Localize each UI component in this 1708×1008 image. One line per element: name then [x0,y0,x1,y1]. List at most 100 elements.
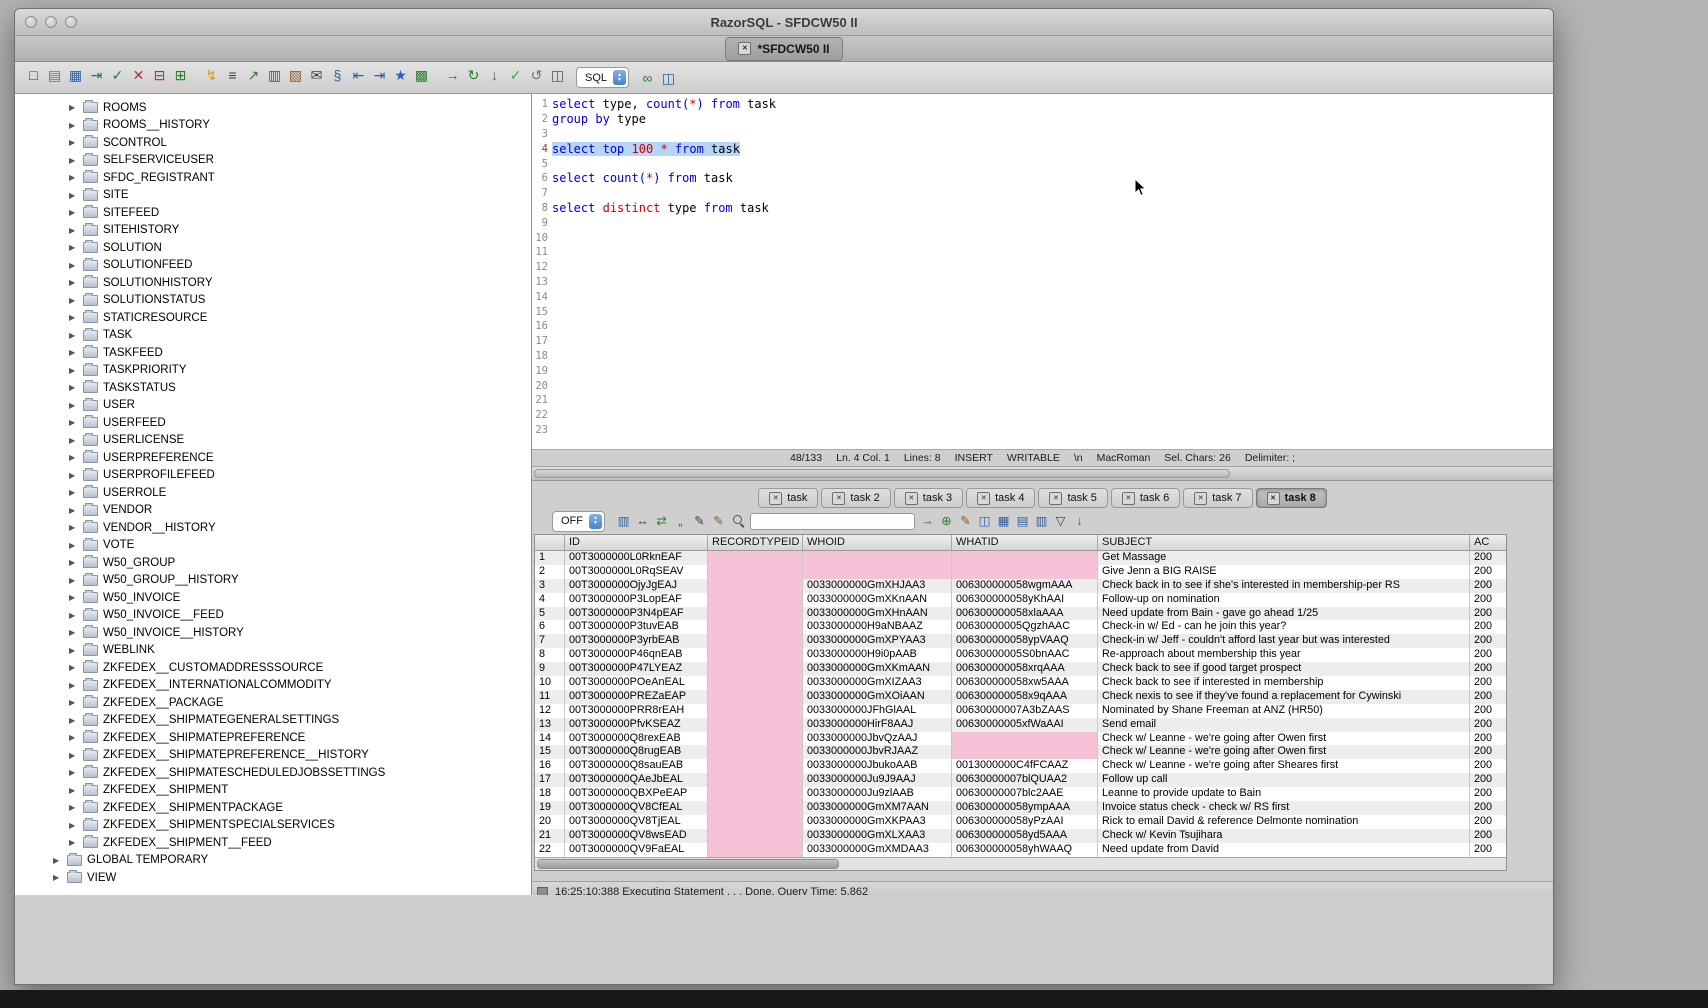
column-header[interactable]: WHATID [952,535,1098,550]
whatid-cell[interactable]: 006300000058xlaAAA [952,607,1098,621]
fetch-more-icon[interactable]: ↓ [484,65,505,86]
subject-cell[interactable]: Check back in to see if she's interested… [1098,579,1470,593]
tree-item[interactable]: ▶ ZKFEDEX__SHIPMENT [15,782,531,800]
tree-item[interactable]: ▶ SOLUTIONFEED [15,257,531,275]
redo-query-icon[interactable]: ↻ [463,65,484,86]
activitydate-cell[interactable]: 200 [1470,718,1506,732]
whatid-cell[interactable]: 00630000005xfWaAAI [952,718,1098,732]
subject-cell[interactable]: Follow up call [1098,773,1470,787]
row-number-cell[interactable]: 6 [535,620,565,634]
tree-item[interactable]: ▶ SITE [15,187,531,205]
subject-cell[interactable]: Leanne to provide update to Bain [1098,787,1470,801]
subject-cell[interactable]: Get Massage [1098,551,1470,565]
disclosure-triangle-icon[interactable]: ▶ [69,541,78,550]
go-icon[interactable]: → [442,65,463,86]
column-header[interactable]: SUBJECT [1098,535,1470,550]
table-row[interactable]: 20 00T3000000QV8TjEAL 0033000000GmXKPAA3… [535,815,1506,829]
whatid-cell[interactable]: 006300000058xw5AAA [952,676,1098,690]
disclosure-triangle-icon[interactable]: ▶ [69,663,78,672]
row-number-cell[interactable]: 18 [535,787,565,801]
disclosure-triangle-icon[interactable]: ▶ [69,208,78,217]
subject-cell[interactable]: Check w/ Leanne - we're going after Owen… [1098,732,1470,746]
whoid-cell[interactable]: 0033000000JbukoAAB [803,759,952,773]
subject-cell[interactable]: Re-approach about membership this year [1098,648,1470,662]
id-cell[interactable]: 00T3000000Q8rugEAB [565,745,708,759]
disclosure-triangle-icon[interactable]: ▶ [69,331,78,340]
whoid-cell[interactable]: 0033000000GmXKPAA3 [803,815,952,829]
id-cell[interactable]: 00T3000000OjyJgEAJ [565,579,708,593]
row-number-cell[interactable]: 14 [535,732,565,746]
tab-close-icon[interactable]: ✕ [905,492,918,505]
row-number-cell[interactable]: 5 [535,607,565,621]
tree-item[interactable]: ▶ ROOMS [15,99,531,117]
validate-icon[interactable]: ✓ [505,65,526,86]
favorites-icon[interactable]: ★ [390,65,411,86]
disclosure-triangle-icon[interactable]: ▶ [69,838,78,847]
recordtypeid-cell[interactable] [708,648,803,662]
stepper-icon[interactable]: ▲▼ [589,514,602,529]
recordtypeid-cell[interactable] [708,829,803,843]
id-cell[interactable]: 00T3000000L0RknEAF [565,551,708,565]
results-tab[interactable]: ✕ task 4 [966,488,1035,508]
subject-cell[interactable]: Invoice status check - check w/ RS first [1098,801,1470,815]
tree-item[interactable]: ▶ USERROLE [15,484,531,502]
table-row[interactable]: 8 00T3000000P46qnEAB 0033000000H9i0pAAB … [535,648,1506,662]
fit-columns-icon[interactable]: ↔ [633,512,652,531]
tab-close-icon[interactable]: ✕ [769,492,782,505]
id-cell[interactable]: 00T3000000P3N4pEAF [565,607,708,621]
disclosure-triangle-icon[interactable]: ▶ [69,191,78,200]
tree-item[interactable]: ▶ W50_INVOICE__FEED [15,607,531,625]
disclosure-triangle-icon[interactable]: ▶ [69,156,78,165]
tree-item[interactable]: ▶ TASKPRIORITY [15,362,531,380]
subject-cell[interactable]: Nominated by Shane Freeman at ANZ (HR50) [1098,704,1470,718]
email-results-icon[interactable]: ✉ [306,65,327,86]
table-row[interactable]: 11 00T3000000PREZaEAP 0033000000GmXOiAAN… [535,690,1506,704]
copy-icon[interactable]: ▥ [264,65,285,86]
whoid-cell[interactable]: 0033000000GmXOiAAN [803,690,952,704]
refresh-results-icon[interactable]: ⇄ [652,512,671,531]
results-hscrollbar-thumb[interactable] [537,859,839,869]
disclosure-triangle-icon[interactable]: ▶ [69,121,78,130]
edit-results-icon[interactable]: ✎ [690,512,709,531]
row-number-cell[interactable]: 3 [535,579,565,593]
activitydate-cell[interactable]: 200 [1470,634,1506,648]
column-header[interactable]: RECORDTYPEID [708,535,803,550]
table-row[interactable]: 19 00T3000000QV8CfEAL 0033000000GmXM7AAN… [535,801,1506,815]
tree-item[interactable]: ▶ WEBLINK [15,642,531,660]
whoid-cell[interactable]: 0033000000GmXMDAA3 [803,843,952,857]
row-number-cell[interactable]: 20 [535,815,565,829]
disclosure-triangle-icon[interactable]: ▶ [69,401,78,410]
disclosure-triangle-icon[interactable]: ▶ [69,576,78,585]
disclosure-triangle-icon[interactable]: ▶ [69,348,78,357]
delete-row-icon[interactable]: ⊟ [149,65,170,86]
tree-item[interactable]: ▶ VIEW [15,869,531,887]
editor-hscrollbar[interactable] [532,466,1553,481]
id-cell[interactable]: 00T3000000QV8wsEAD [565,829,708,843]
recordtypeid-cell[interactable] [708,579,803,593]
recordtypeid-cell[interactable] [708,690,803,704]
commit-icon[interactable]: ✓ [107,65,128,86]
view-text-icon[interactable]: ▤ [1013,512,1032,531]
undo-icon[interactable]: ↺ [526,65,547,86]
activitydate-cell[interactable]: 200 [1470,607,1506,621]
recordtypeid-cell[interactable] [708,787,803,801]
zoom-window-button[interactable] [65,16,77,28]
table-row[interactable]: 4 00T3000000P3LopEAF 0033000000GmXKnAAN … [535,593,1506,607]
results-tab[interactable]: ✕ task [758,488,818,508]
tree-item[interactable]: ▶ ZKFEDEX__SHIPMATEGENERALSETTINGS [15,712,531,730]
table-row[interactable]: 15 00T3000000Q8rugEAB 0033000000JbvRJAAZ… [535,745,1506,759]
subject-cell[interactable]: Send email [1098,718,1470,732]
view-form-icon[interactable]: ▦ [994,512,1013,531]
disclosure-triangle-icon[interactable]: ▶ [69,243,78,252]
recordtypeid-cell[interactable] [708,718,803,732]
tree-item[interactable]: ▶ ZKFEDEX__PACKAGE [15,694,531,712]
tree-item[interactable]: ▶ SITEFEED [15,204,531,222]
activitydate-cell[interactable]: 200 [1470,704,1506,718]
recordtypeid-cell[interactable] [708,593,803,607]
row-number-cell[interactable]: 10 [535,676,565,690]
tree-item[interactable]: ▶ SOLUTION [15,239,531,257]
disclosure-triangle-icon[interactable]: ▶ [69,646,78,655]
id-cell[interactable]: 00T3000000PfvKSEAZ [565,718,708,732]
sql-editor[interactable]: 1 select type, count(*) from task 2 grou… [532,94,1553,450]
toolbar-separator[interactable] [191,70,201,91]
